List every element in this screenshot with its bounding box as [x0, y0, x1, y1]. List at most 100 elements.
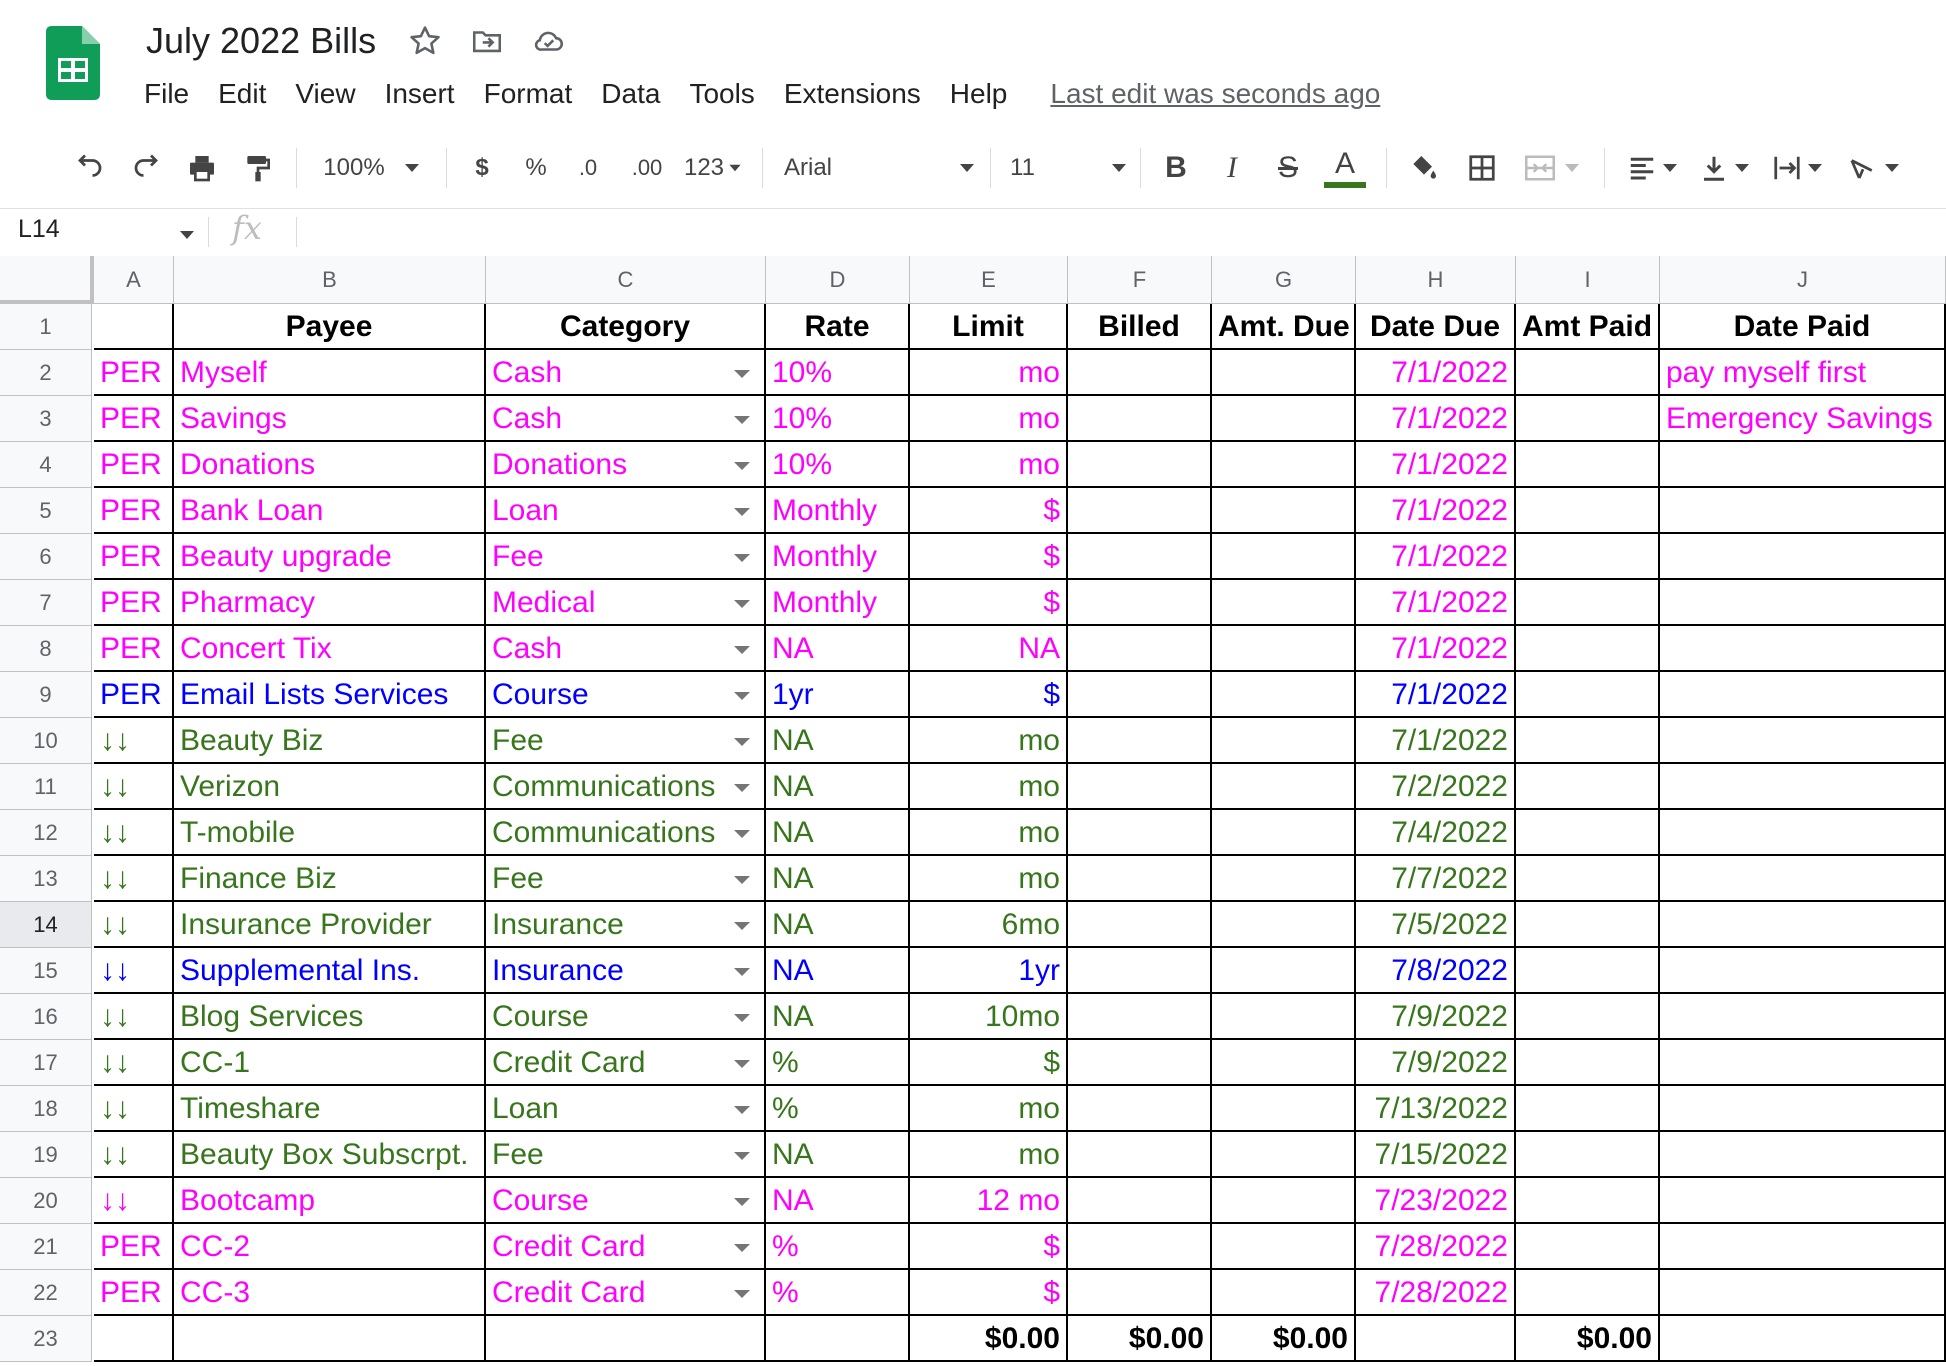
- cell-h9[interactable]: 7/1/2022: [1356, 672, 1516, 718]
- cell-a17[interactable]: ↓↓: [94, 1040, 174, 1086]
- cell-i3[interactable]: [1516, 396, 1660, 442]
- header-cell-b[interactable]: Payee: [174, 304, 486, 350]
- cell-i21[interactable]: [1516, 1224, 1660, 1270]
- cell-j9[interactable]: [1660, 672, 1946, 718]
- cell-j19[interactable]: [1660, 1132, 1946, 1178]
- undo-icon[interactable]: [68, 136, 112, 200]
- dropdown-arrow-icon[interactable]: [734, 1106, 750, 1114]
- cell-b20[interactable]: Bootcamp: [174, 1178, 486, 1224]
- cell-i17[interactable]: [1516, 1040, 1660, 1086]
- cell-f5[interactable]: [1068, 488, 1212, 534]
- cell-j22[interactable]: [1660, 1270, 1946, 1316]
- cell-f3[interactable]: [1068, 396, 1212, 442]
- cell-h15[interactable]: 7/8/2022: [1356, 948, 1516, 994]
- row-header-23[interactable]: 23: [0, 1316, 92, 1362]
- cell-j10[interactable]: [1660, 718, 1946, 764]
- dropdown-arrow-icon[interactable]: [734, 876, 750, 884]
- bold-button[interactable]: B: [1156, 136, 1196, 200]
- cell-j4[interactable]: [1660, 442, 1946, 488]
- move-to-folder-icon[interactable]: [470, 24, 504, 63]
- dropdown-arrow-icon[interactable]: [734, 1198, 750, 1206]
- cell-g15[interactable]: [1212, 948, 1356, 994]
- cell-c9[interactable]: Course: [486, 672, 766, 718]
- cell-g7[interactable]: [1212, 580, 1356, 626]
- header-cell-g[interactable]: Amt. Due: [1212, 304, 1356, 350]
- cell-a8[interactable]: PER: [94, 626, 174, 672]
- row-header-3[interactable]: 3: [0, 396, 92, 442]
- cell-g20[interactable]: [1212, 1178, 1356, 1224]
- cell-e13[interactable]: mo: [910, 856, 1068, 902]
- cell-b18[interactable]: Timeshare: [174, 1086, 486, 1132]
- zoom-select[interactable]: 100%: [316, 136, 426, 200]
- row-header-20[interactable]: 20: [0, 1178, 92, 1224]
- cell-h17[interactable]: 7/9/2022: [1356, 1040, 1516, 1086]
- percent-format-button[interactable]: %: [516, 136, 556, 200]
- cell-j6[interactable]: [1660, 534, 1946, 580]
- cell-c8[interactable]: Cash: [486, 626, 766, 672]
- cell-b15[interactable]: Supplemental Ins.: [174, 948, 486, 994]
- cell-i13[interactable]: [1516, 856, 1660, 902]
- cell-d17[interactable]: %: [766, 1040, 910, 1086]
- cell-g19[interactable]: [1212, 1132, 1356, 1178]
- cell-c4[interactable]: Donations: [486, 442, 766, 488]
- row-header-12[interactable]: 12: [0, 810, 92, 856]
- cell-d22[interactable]: %: [766, 1270, 910, 1316]
- cell-c12[interactable]: Communications: [486, 810, 766, 856]
- cell-f21[interactable]: [1068, 1224, 1212, 1270]
- menu-edit[interactable]: Edit: [218, 78, 266, 110]
- row-header-21[interactable]: 21: [0, 1224, 92, 1270]
- cell-e16[interactable]: 10mo: [910, 994, 1068, 1040]
- cell-h7[interactable]: 7/1/2022: [1356, 580, 1516, 626]
- cell-i7[interactable]: [1516, 580, 1660, 626]
- menu-file[interactable]: File: [144, 78, 189, 110]
- cell-c7[interactable]: Medical: [486, 580, 766, 626]
- cell-d13[interactable]: NA: [766, 856, 910, 902]
- cell-i18[interactable]: [1516, 1086, 1660, 1132]
- cell-a21[interactable]: PER: [94, 1224, 174, 1270]
- row-header-8[interactable]: 8: [0, 626, 92, 672]
- cell-g10[interactable]: [1212, 718, 1356, 764]
- cell-h2[interactable]: 7/1/2022: [1356, 350, 1516, 396]
- cell-f9[interactable]: [1068, 672, 1212, 718]
- dropdown-arrow-icon[interactable]: [734, 370, 750, 378]
- cell-f14[interactable]: [1068, 902, 1212, 948]
- cell-g21[interactable]: [1212, 1224, 1356, 1270]
- row-header-9[interactable]: 9: [0, 672, 92, 718]
- cell-e15[interactable]: 1yr: [910, 948, 1068, 994]
- cell-a2[interactable]: PER: [94, 350, 174, 396]
- dropdown-arrow-icon[interactable]: [734, 508, 750, 516]
- cell-a16[interactable]: ↓↓: [94, 994, 174, 1040]
- cell-b16[interactable]: Blog Services: [174, 994, 486, 1040]
- row-header-7[interactable]: 7: [0, 580, 92, 626]
- print-icon[interactable]: [180, 136, 224, 200]
- total-cell-e[interactable]: $0.00: [910, 1316, 1068, 1362]
- cell-d14[interactable]: NA: [766, 902, 910, 948]
- cell-a13[interactable]: ↓↓: [94, 856, 174, 902]
- row-header-4[interactable]: 4: [0, 442, 92, 488]
- column-header-h[interactable]: H: [1356, 256, 1516, 304]
- total-cell-c[interactable]: [486, 1316, 766, 1362]
- cell-b14[interactable]: Insurance Provider: [174, 902, 486, 948]
- cell-b6[interactable]: Beauty upgrade: [174, 534, 486, 580]
- dropdown-arrow-icon[interactable]: [734, 600, 750, 608]
- cell-h19[interactable]: 7/15/2022: [1356, 1132, 1516, 1178]
- cell-a18[interactable]: ↓↓: [94, 1086, 174, 1132]
- cell-d7[interactable]: Monthly: [766, 580, 910, 626]
- cell-j13[interactable]: [1660, 856, 1946, 902]
- cell-g2[interactable]: [1212, 350, 1356, 396]
- cell-j3[interactable]: Emergency Savings: [1660, 396, 1946, 442]
- cell-h10[interactable]: 7/1/2022: [1356, 718, 1516, 764]
- dropdown-arrow-icon[interactable]: [734, 830, 750, 838]
- cell-c6[interactable]: Fee: [486, 534, 766, 580]
- cell-h13[interactable]: 7/7/2022: [1356, 856, 1516, 902]
- menu-view[interactable]: View: [295, 78, 355, 110]
- cell-b17[interactable]: CC-1: [174, 1040, 486, 1086]
- cell-b2[interactable]: Myself: [174, 350, 486, 396]
- cell-c2[interactable]: Cash: [486, 350, 766, 396]
- cell-h22[interactable]: 7/28/2022: [1356, 1270, 1516, 1316]
- dropdown-arrow-icon[interactable]: [734, 1014, 750, 1022]
- cell-a22[interactable]: PER: [94, 1270, 174, 1316]
- menu-data[interactable]: Data: [601, 78, 660, 110]
- cell-e10[interactable]: mo: [910, 718, 1068, 764]
- header-cell-j[interactable]: Date Paid: [1660, 304, 1946, 350]
